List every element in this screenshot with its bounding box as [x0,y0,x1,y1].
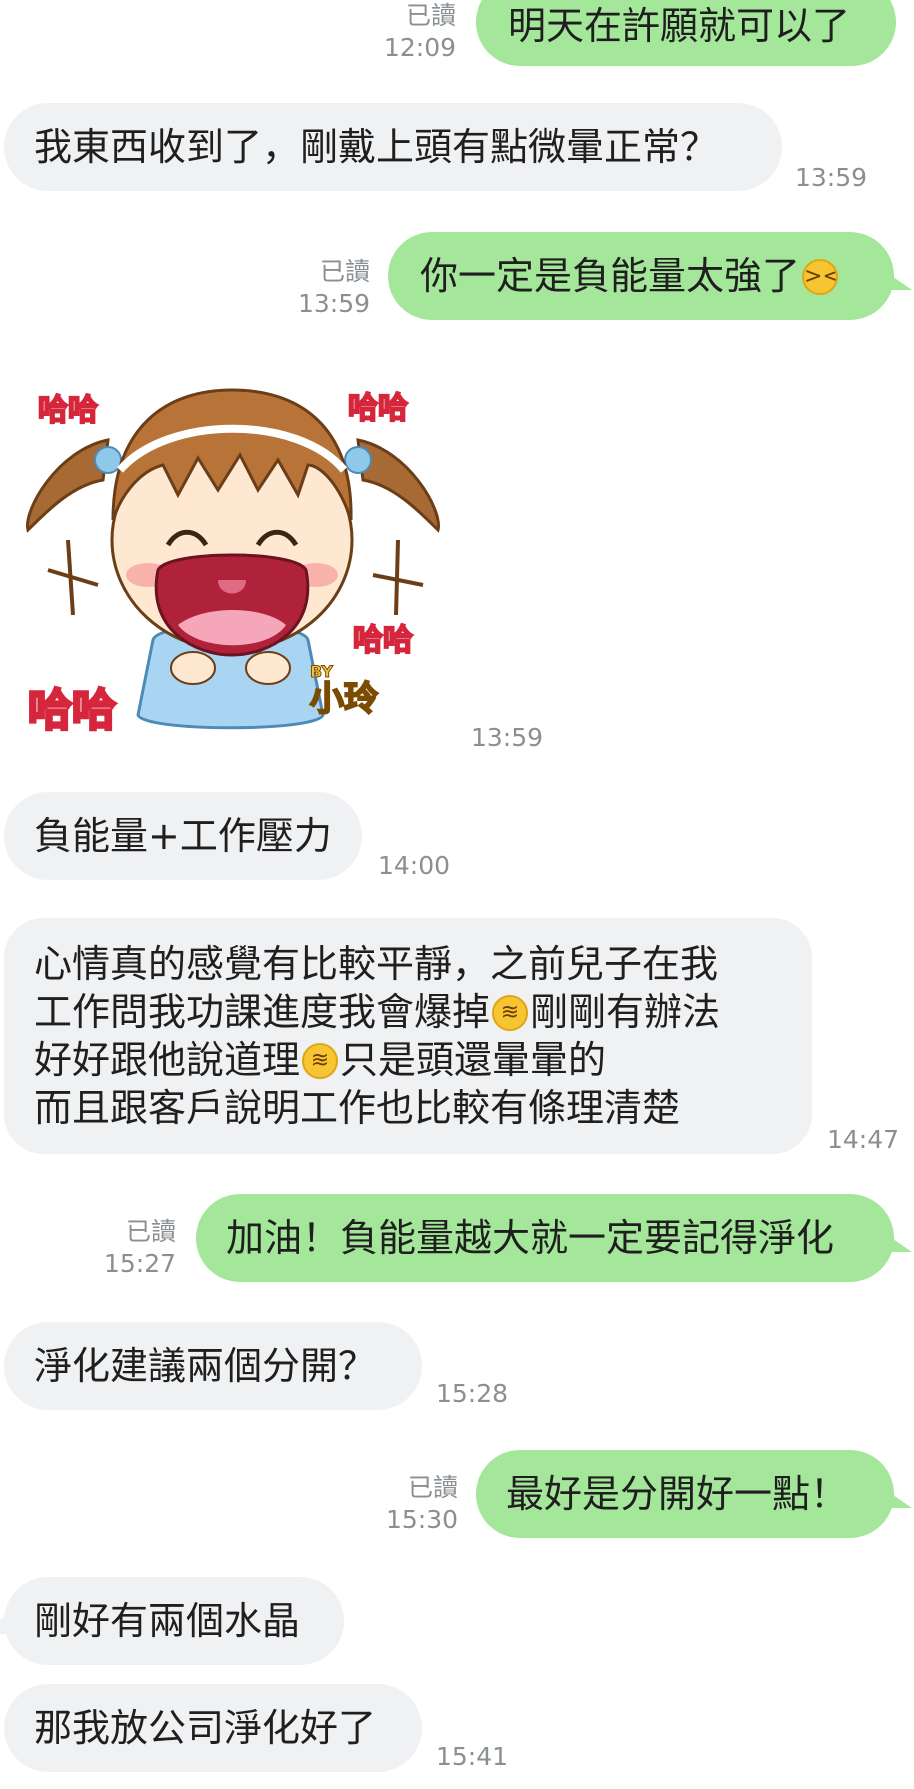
sticker-text: 哈哈 [28,685,116,736]
message-text: 加油！負能量越大就一定要記得淨化 [226,1216,835,1260]
message-line: 心情真的感覺有比較平靜，之前兒子在我 [34,940,782,988]
message-line: 好好跟他說道理 ≋ 只是頭還暈暈的 [34,1036,782,1084]
motion-line-right [372,539,424,616]
read-label: 已讀 [319,257,370,286]
message-text: 心情真的感覺有比較平靜，之前兒子在我 [34,942,719,986]
incoming-message-bubble[interactable]: 心情真的感覺有比較平靜，之前兒子在我 工作問我功課進度我會爆掉 ≋ 剛剛有辦法 好好… [4,918,812,1154]
bubble-tail [0,1616,6,1634]
message-text: 淨化建議兩個分開？ [34,1344,377,1388]
message-time: 12:09 [383,33,456,62]
sticker-text: 哈哈 [353,623,413,658]
message-time: 13:59 [471,723,544,752]
rolling-on-floor-laughing-emoji-icon: ≋ [302,1043,339,1079]
message-text: 工作問我功課進度我會爆掉 [34,990,491,1034]
message-text: 剛剛有辦法 [530,990,721,1034]
message-text: 剛好有兩個水晶 [34,1599,301,1643]
message-time: 13:59 [795,163,868,192]
laughing-squint-emoji-icon: >< [802,259,839,295]
read-label: 已讀 [407,1473,458,1502]
read-receipt-meta: 已讀 15:27 [92,1216,176,1280]
read-receipt-meta: 已讀 15:30 [370,1472,458,1536]
incoming-message-bubble[interactable]: 那我放公司淨化好了 [4,1684,422,1772]
outgoing-message-bubble[interactable]: 你一定是負能量太強了 >< [388,232,894,320]
message-text: 只是頭還暈暈的 [340,1038,607,1082]
read-receipt-meta: 已讀 13:59 [282,256,370,320]
bubble-tail [886,1490,912,1508]
message-text: 最好是分開好一點！ [506,1472,849,1516]
message-text: 明天在許願就可以了 [508,4,851,48]
message-time: 15:27 [103,1249,176,1278]
incoming-message-bubble[interactable]: 負能量+工作壓力 [4,792,362,880]
read-label: 已讀 [125,1217,176,1246]
rolling-on-floor-laughing-emoji-icon: ≋ [492,995,529,1031]
incoming-message-bubble[interactable]: 剛好有兩個水晶 [4,1577,344,1665]
message-time: 14:47 [827,1125,900,1154]
message-text: 負能量+工作壓力 [34,814,332,858]
outgoing-message-bubble[interactable]: 最好是分開好一點！ [476,1450,894,1538]
sticker-text: 哈哈 [348,391,408,426]
message-line: 工作問我功課進度我會爆掉 ≋ 剛剛有辦法 [34,988,782,1036]
message-time: 15:28 [436,1379,509,1408]
message-text: 那我放公司淨化好了 [34,1706,377,1750]
bubble-tail [886,272,912,290]
hair-tie-right [344,446,372,474]
chat-message-list[interactable]: 已讀 12:09 明天在許願就可以了 我東西收到了，剛戴上頭有點微暈正常？ 13… [0,0,914,1789]
message-time: 15:30 [385,1505,458,1534]
outgoing-message-bubble[interactable]: 加油！負能量越大就一定要記得淨化 [196,1194,894,1282]
message-time: 15:41 [436,1742,509,1771]
motion-line-left [47,539,99,616]
bubble-tail [886,1234,912,1252]
sticker-laughing-girl[interactable]: 哈哈 哈哈 哈哈 哈哈 BY 小玲 [18,370,446,742]
read-receipt-meta: 已讀 12:09 [368,0,456,64]
incoming-message-bubble[interactable]: 我東西收到了，剛戴上頭有點微暈正常？ [4,103,782,191]
message-line: 而且跟客戶說明工作也比較有條理清楚 [34,1084,782,1132]
sticker-byline: 小玲 [310,679,378,719]
left-hand [170,651,216,685]
message-text: 好好跟他說道理 [34,1038,301,1082]
right-hand [245,651,291,685]
message-time: 14:00 [378,851,451,880]
message-text: 我東西收到了，剛戴上頭有點微暈正常？ [34,125,719,169]
outgoing-message-bubble[interactable]: 明天在許願就可以了 [476,0,896,66]
hair-tie-left [94,446,122,474]
message-time: 13:59 [297,289,370,318]
incoming-message-bubble[interactable]: 淨化建議兩個分開？ [4,1322,422,1410]
message-text: 而且跟客戶說明工作也比較有條理清楚 [34,1086,681,1130]
message-text: 你一定是負能量太強了 [420,254,801,298]
sticker-text: 哈哈 [38,393,98,428]
read-label: 已讀 [405,1,456,30]
